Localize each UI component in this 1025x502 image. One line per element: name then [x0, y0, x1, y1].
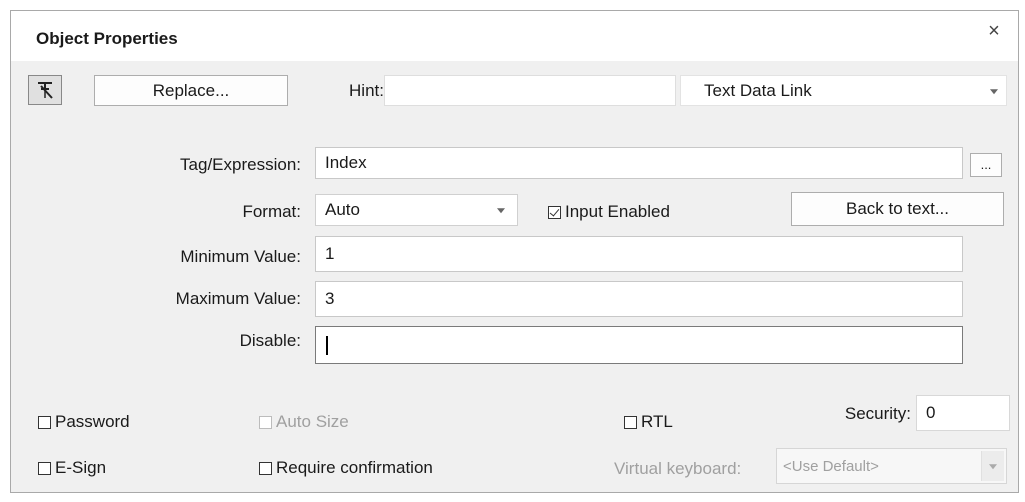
minimum-value-label: Minimum Value: — [180, 247, 301, 266]
password-checkbox[interactable]: Password — [38, 412, 130, 432]
replace-button-label: Replace... — [152, 80, 230, 100]
rtl-label: RTL — [641, 412, 673, 431]
browse-button-label: ... — [980, 157, 992, 172]
tag-expression-label: Tag/Expression: — [180, 155, 301, 174]
e-sign-label: E-Sign — [55, 458, 107, 477]
password-box[interactable] — [38, 415, 51, 429]
chevron-down-icon — [989, 464, 997, 470]
maximum-value-label: Maximum Value: — [175, 289, 301, 308]
hint-label: Hint: — [349, 81, 384, 100]
maximum-value-input[interactable]: 3 — [315, 281, 963, 317]
e-sign-checkbox[interactable]: E-Sign — [38, 458, 106, 478]
back-to-text-button[interactable]: Back to text... — [791, 192, 1004, 226]
input-enabled-box[interactable] — [548, 205, 561, 219]
chevron-down-icon — [990, 88, 998, 94]
virtual-keyboard-dropdown: <Use Default> — [776, 448, 1007, 484]
auto-size-label: Auto Size — [276, 412, 349, 431]
close-icon[interactable]: × — [984, 21, 1004, 41]
checkmark-icon — [549, 205, 560, 217]
object-properties-dialog: Object Properties × Replace... Hint: Tex… — [10, 10, 1019, 493]
pin-icon — [38, 82, 53, 99]
chevron-down-icon — [497, 208, 505, 214]
auto-size-box — [259, 415, 272, 429]
dialog-title: Object Properties — [36, 29, 178, 48]
disable-input[interactable] — [315, 326, 963, 364]
title-bar: Object Properties × — [11, 11, 1018, 61]
require-confirmation-checkbox[interactable]: Require confirmation — [259, 458, 433, 478]
virtual-keyboard-label: Virtual keyboard: — [614, 459, 742, 478]
tag-expression-input[interactable]: Index — [315, 147, 963, 179]
text-caret — [326, 336, 328, 355]
require-confirmation-box[interactable] — [259, 461, 272, 475]
link-type-value: Text Data Link — [704, 80, 812, 100]
format-value: Auto — [325, 200, 360, 219]
security-label: Security: — [844, 404, 911, 423]
back-to-text-label: Back to text... — [846, 199, 949, 218]
input-enabled-label: Input Enabled — [565, 202, 670, 221]
e-sign-box[interactable] — [38, 461, 51, 475]
replace-button[interactable]: Replace... — [94, 75, 288, 106]
password-label: Password — [55, 412, 130, 431]
security-input[interactable]: 0 — [916, 395, 1010, 431]
rtl-checkbox[interactable]: RTL — [624, 412, 673, 432]
rtl-box[interactable] — [624, 415, 637, 429]
minimum-value-input[interactable]: 1 — [315, 236, 963, 272]
pin-button[interactable] — [28, 75, 62, 105]
format-dropdown[interactable]: Auto — [315, 194, 518, 226]
hint-input[interactable] — [384, 75, 676, 106]
format-label: Format: — [242, 202, 301, 221]
dropdown-button — [981, 451, 1004, 481]
link-type-dropdown[interactable]: Text Data Link — [680, 75, 1007, 106]
virtual-keyboard-value: <Use Default> — [783, 457, 879, 475]
require-confirmation-label: Require confirmation — [276, 458, 433, 477]
disable-label: Disable: — [239, 331, 301, 350]
input-enabled-checkbox[interactable]: Input Enabled — [548, 202, 670, 222]
browse-button[interactable]: ... — [970, 153, 1002, 177]
auto-size-checkbox: Auto Size — [259, 412, 349, 432]
